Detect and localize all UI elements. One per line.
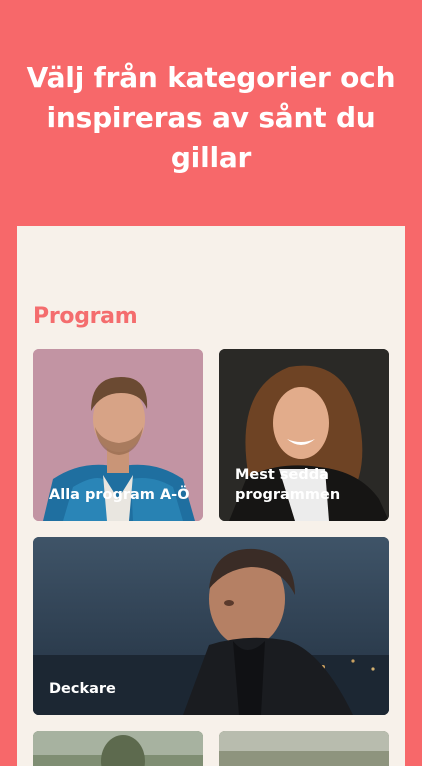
card-label: Mest sedda programmen <box>235 465 379 505</box>
category-card-most-watched[interactable]: Mest sedda programmen <box>219 349 389 521</box>
card-label: Alla program A-Ö <box>49 487 190 503</box>
card-image-outdoor-scene <box>33 731 203 766</box>
app-screen: Program Alla program A-Ö Mest sedda prog… <box>17 226 405 766</box>
category-card-crime[interactable]: Deckare <box>33 537 389 715</box>
card-label: Deckare <box>49 681 116 697</box>
headline-line-2: inspireras av sånt du <box>46 101 376 134</box>
headline-line-3: gillar <box>170 141 252 174</box>
headline-line-1: Välj från kategorier och <box>26 61 396 94</box>
category-card-all-programs[interactable]: Alla program A-Ö <box>33 349 203 521</box>
card-label-line-2: programmen <box>235 487 341 503</box>
section-title: Program <box>33 304 138 329</box>
card-image-landscape <box>219 731 389 766</box>
promo-headline: Välj från kategorier och inspireras av s… <box>0 58 422 178</box>
category-card-partial-left[interactable] <box>33 731 203 766</box>
category-card-partial-right[interactable] <box>219 731 389 766</box>
card-label-line-1: Mest sedda <box>235 467 329 483</box>
